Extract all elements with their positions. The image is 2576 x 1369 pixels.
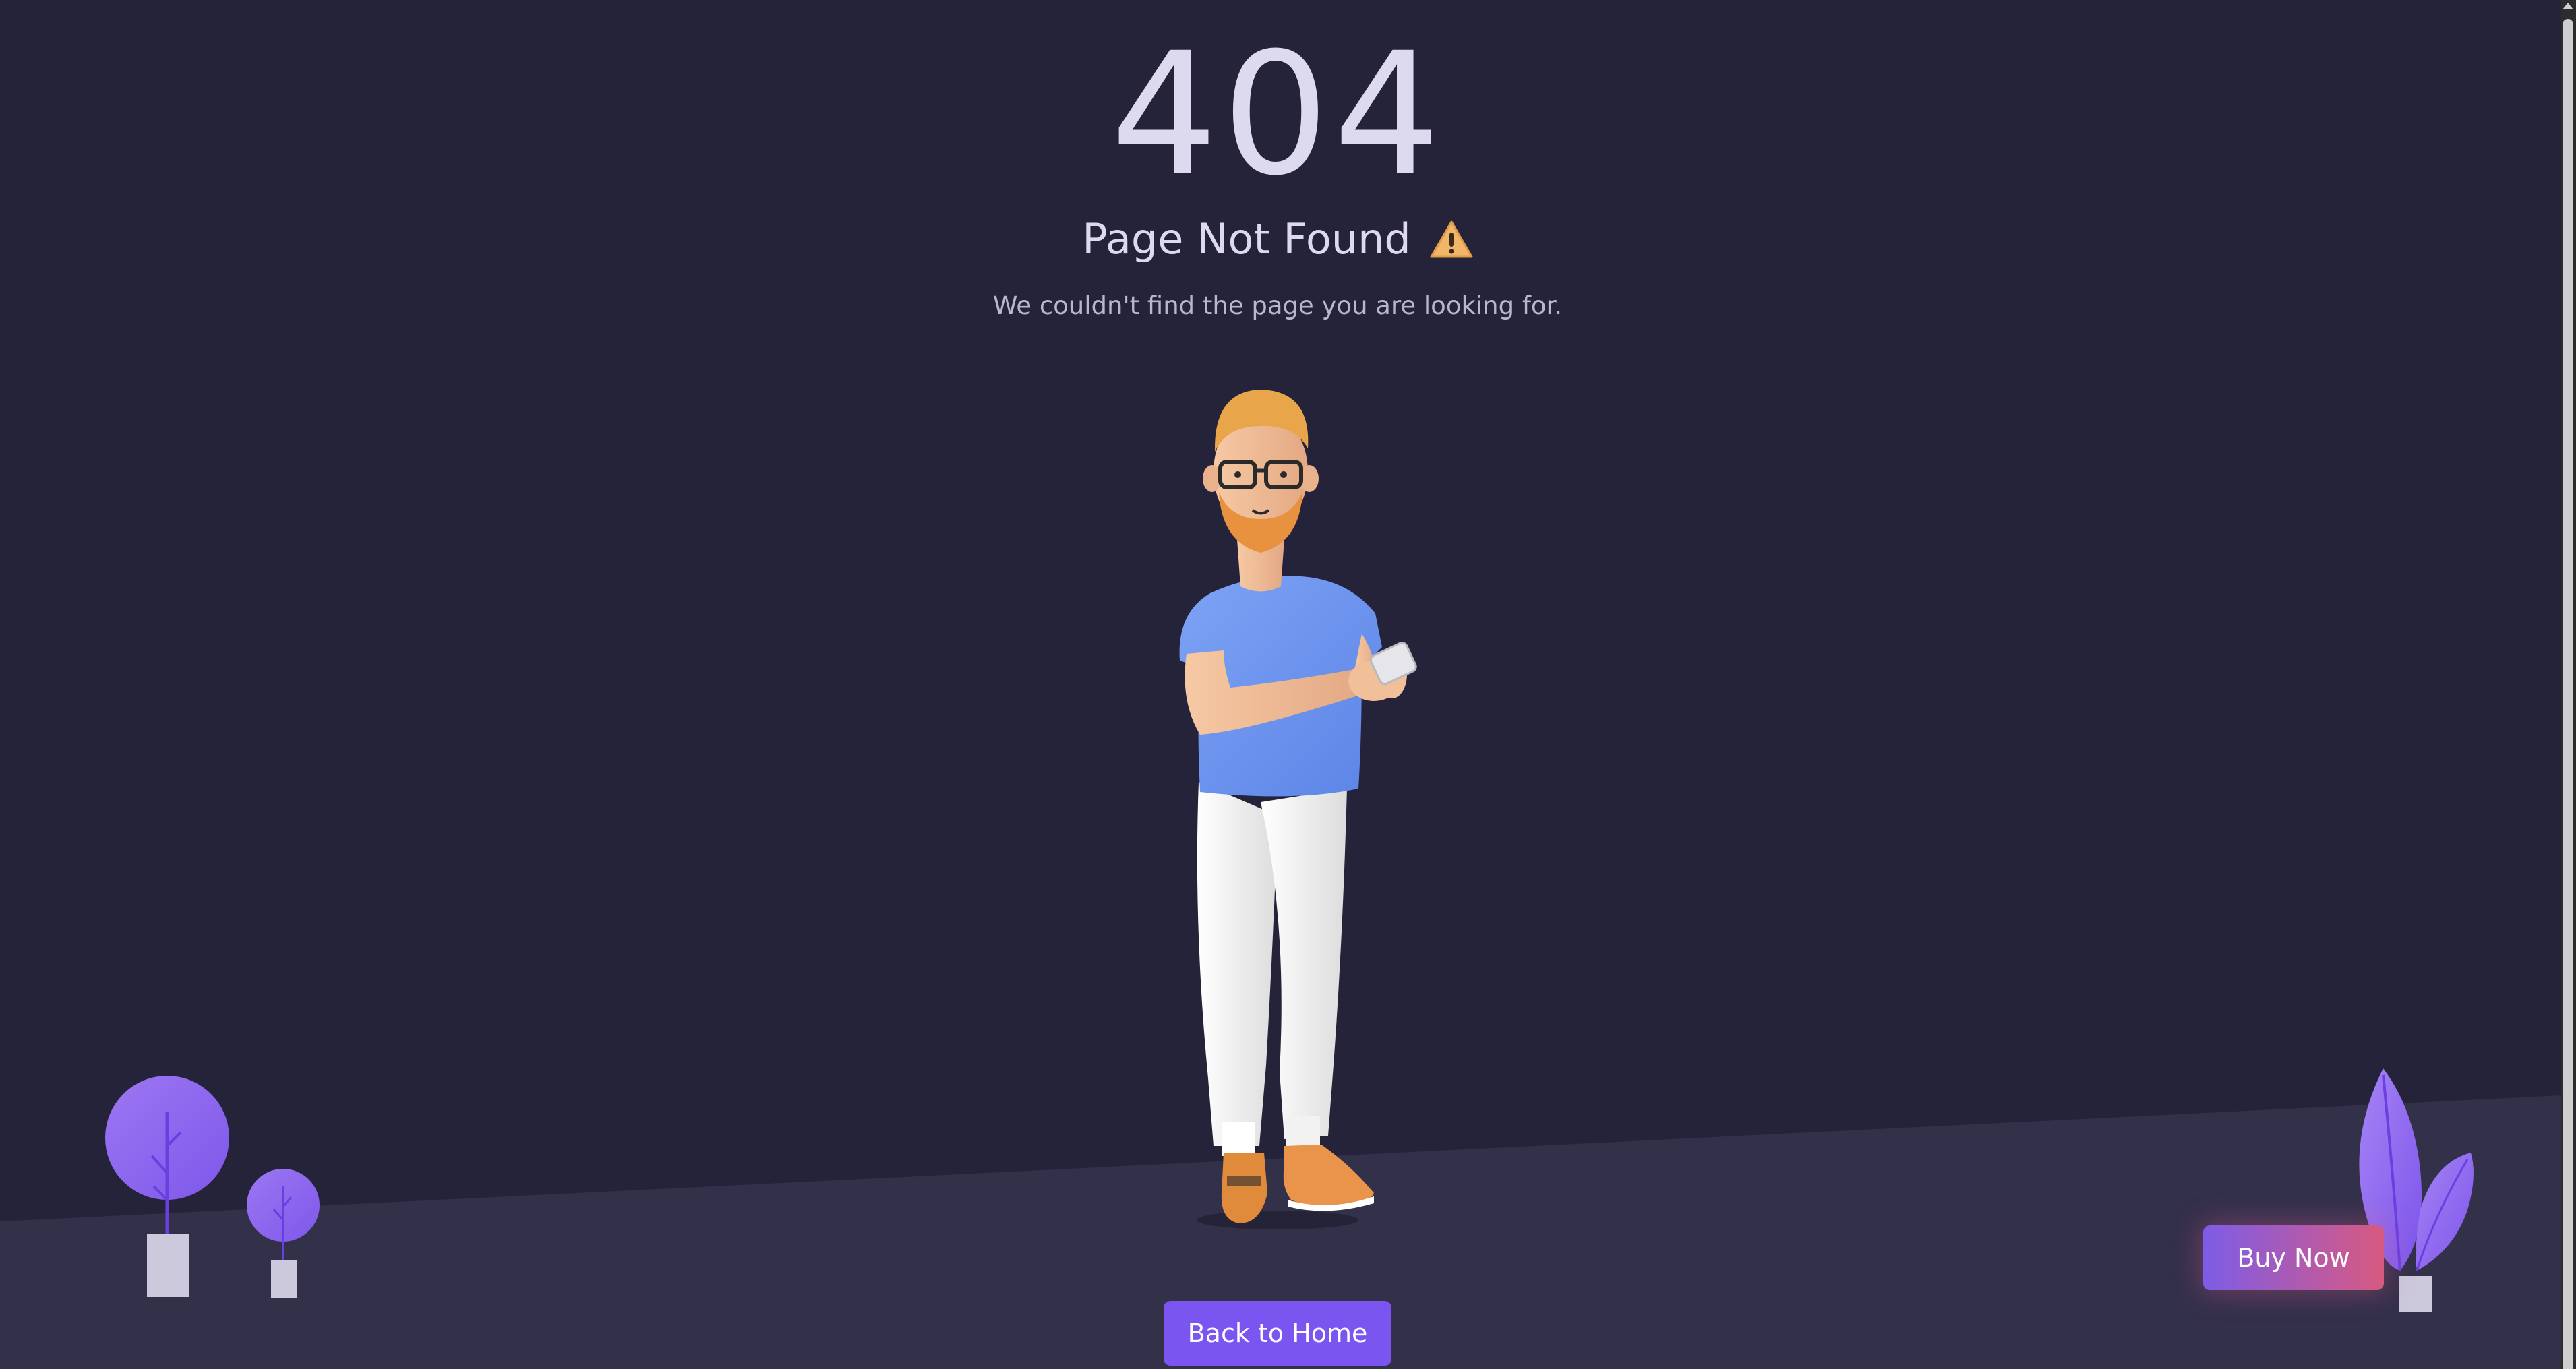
warning-icon [1430,220,1473,258]
scroll-up-icon[interactable] [2563,3,2573,9]
error-code: 404 [1110,16,1445,212]
buy-now-button[interactable]: Buy Now [2203,1225,2384,1290]
tree-plant-large [105,1076,229,1297]
title-row: Page Not Found [0,209,2555,270]
page-title: Page Not Found [1082,214,1411,264]
back-to-home-button[interactable]: Back to Home [1164,1301,1391,1366]
scrollbar-thumb[interactable] [2563,19,2573,1369]
error-page: 404 Page Not Found We couldn't find the … [0,0,2576,1369]
tree-plant-small [247,1169,320,1298]
person-illustration [1179,390,1417,1229]
error-message: We couldn't find the page you are lookin… [992,291,1563,320]
scrollbar[interactable] [2561,0,2576,1369]
